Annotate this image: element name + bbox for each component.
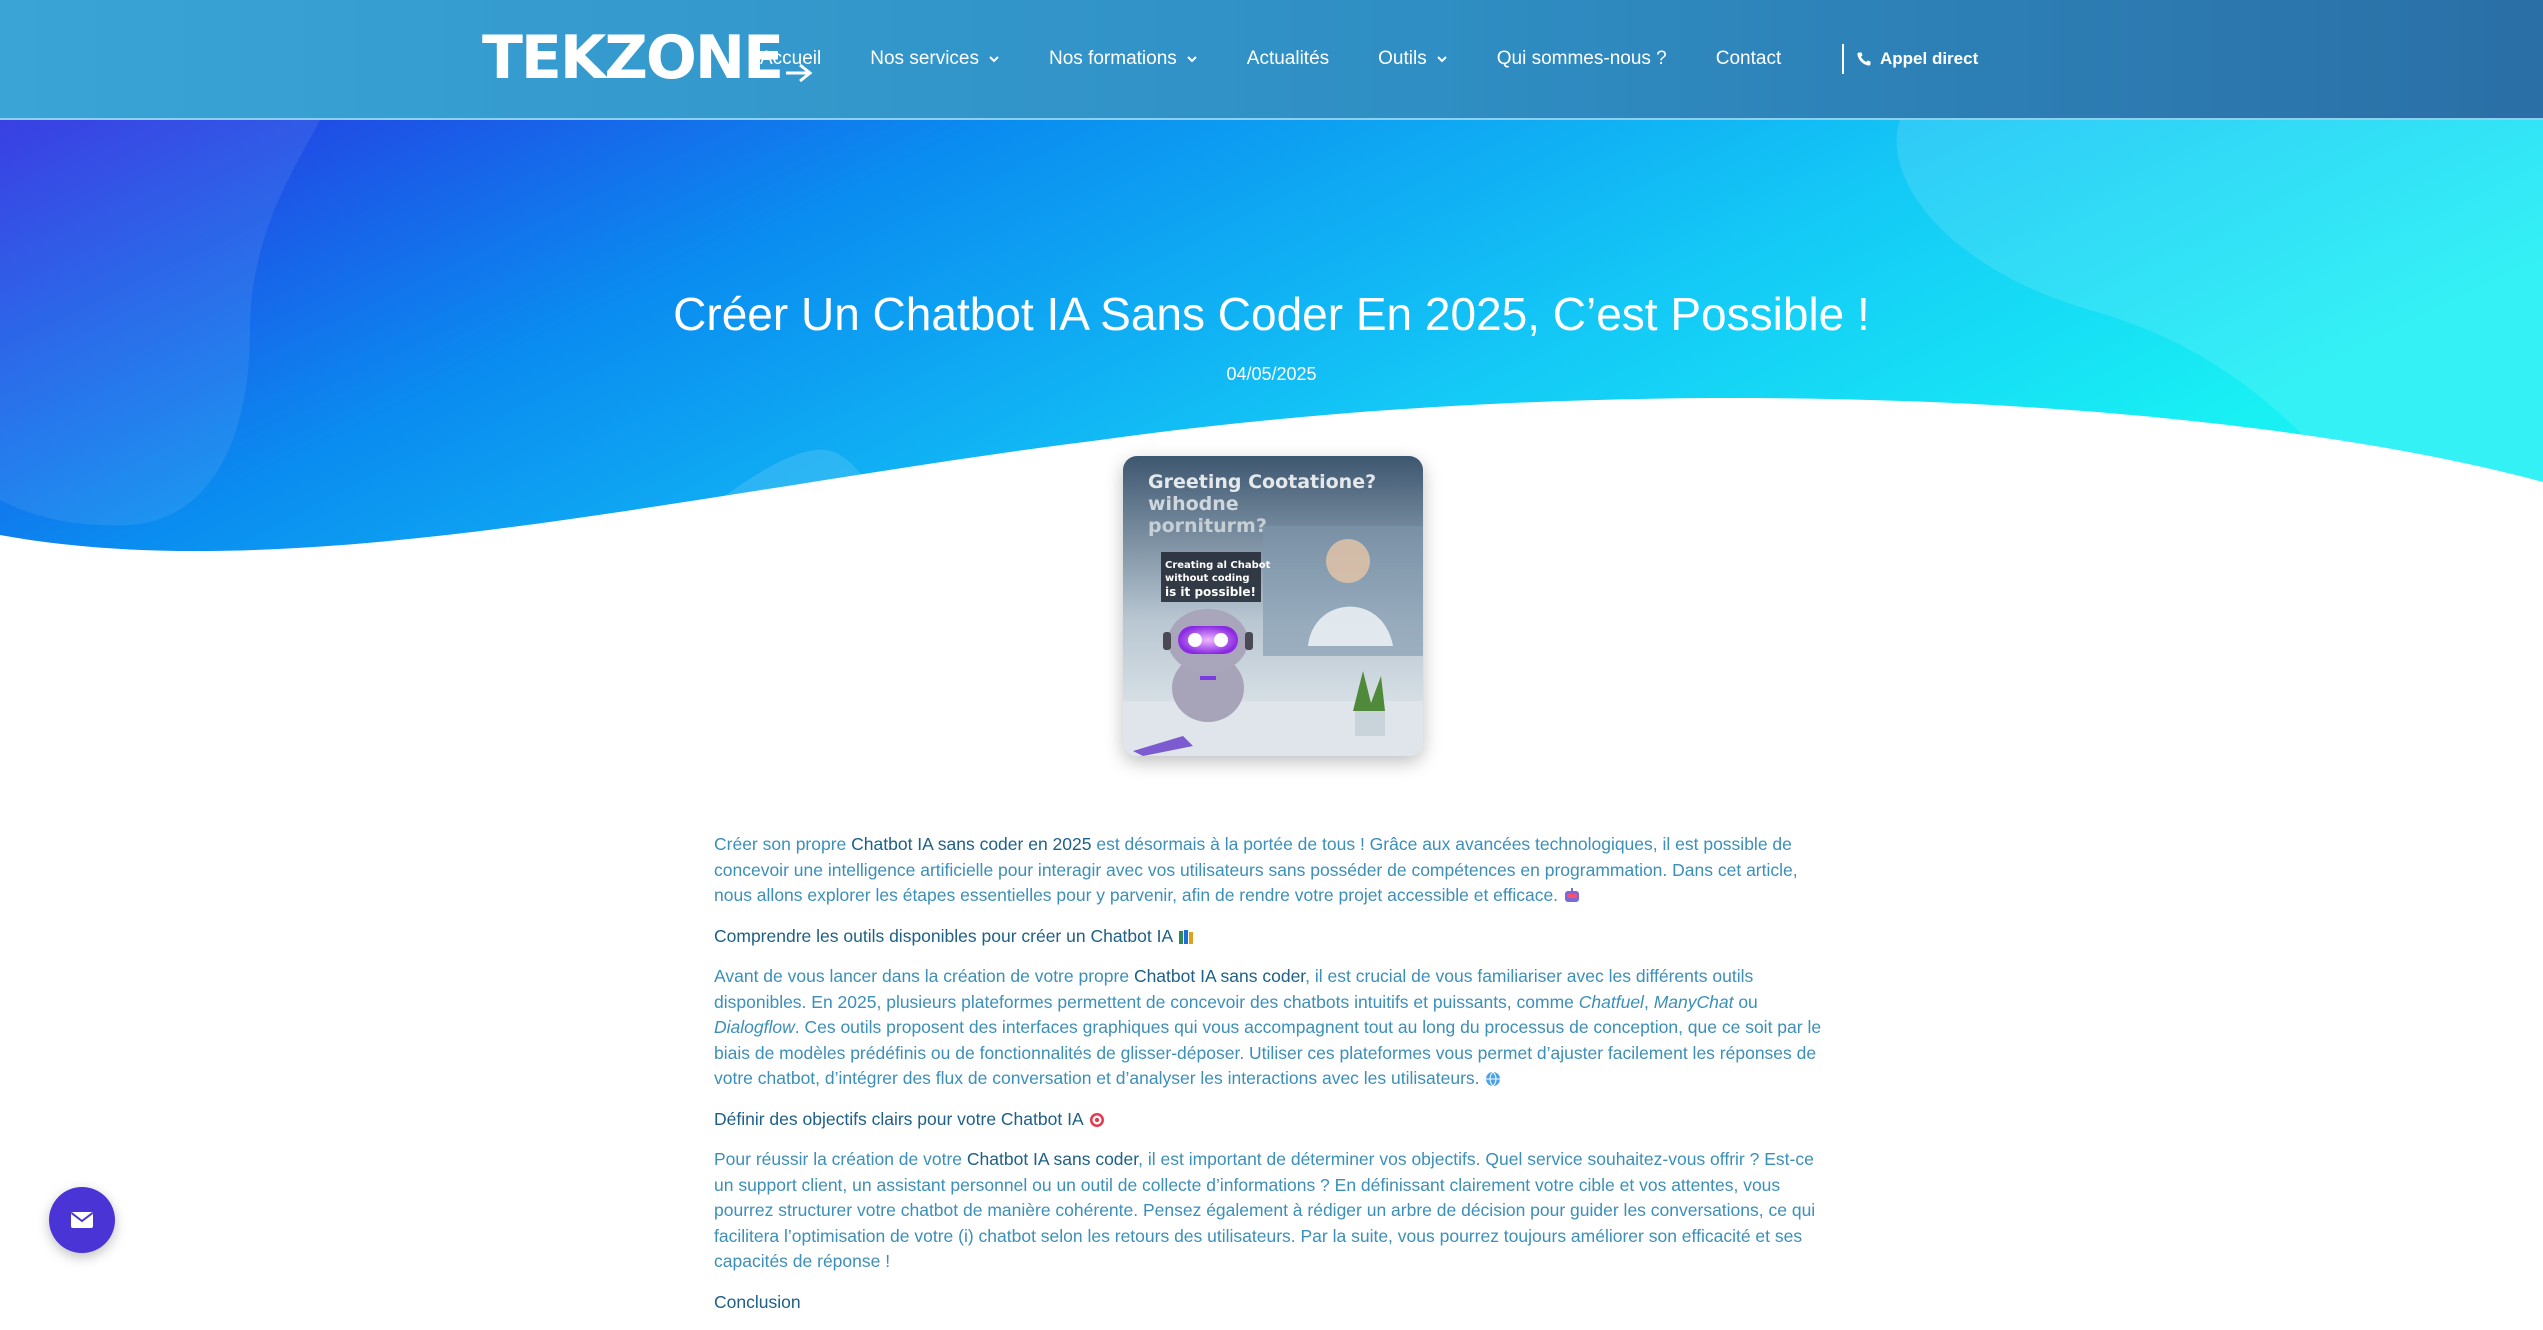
nav-item-nos-formations[interactable]: Nos formations xyxy=(1049,48,1198,70)
site-header: TEKZONE Accueil Nos services Nos formati… xyxy=(0,0,2543,120)
featured-illustration: Greeting Cootatione? wihodne porniturm? … xyxy=(1123,456,1423,756)
call-button[interactable]: Appel direct xyxy=(1856,44,1978,74)
tool-name: Chatfuel xyxy=(1578,991,1644,1012)
phone-icon xyxy=(1857,52,1871,66)
nav-item-label: Contact xyxy=(1715,48,1782,69)
nav-item-qui-sommes-nous[interactable]: Qui sommes-nous ? xyxy=(1497,48,1667,70)
nav-item-actualites[interactable]: Actualités xyxy=(1247,48,1329,70)
section-heading-conclusion: Conclusion xyxy=(714,1290,1830,1316)
keyword-link[interactable]: Chatbot IA sans coder xyxy=(1134,966,1305,986)
page-title: Créer Un Chatbot IA Sans Coder En 2025, … xyxy=(673,288,1870,340)
tool-name: Dialogflow xyxy=(714,1017,795,1037)
text: Avant de vous lancer dans la création de… xyxy=(714,966,1134,986)
robot-emoji-icon xyxy=(1564,888,1579,903)
nav-item-outils[interactable]: Outils xyxy=(1378,48,1448,70)
post-date: 04/05/2025 xyxy=(1226,364,1317,384)
article-body: Créer son propre Chatbot IA sans coder e… xyxy=(714,832,1830,1330)
text: . Ces outils proposent des interfaces gr… xyxy=(714,1017,1822,1088)
target-emoji-icon xyxy=(1089,1112,1104,1127)
nav-item-label: Nos services xyxy=(870,48,979,69)
image-caption-line2: without coding xyxy=(1165,573,1249,584)
image-caption-line3: is it possible! xyxy=(1165,585,1256,599)
main-nav: Accueil Nos services Nos formations Actu… xyxy=(760,0,1830,118)
chevron-down-icon xyxy=(1437,56,1447,63)
article-paragraph-objectives: Pour réussir la création de votre Chatbo… xyxy=(714,1147,1830,1275)
call-label: Appel direct xyxy=(1880,49,1979,68)
image-caption-line1: Creating al Chabot xyxy=(1165,560,1271,571)
article-paragraph-tools: Avant de vous lancer dans la création de… xyxy=(714,964,1830,1092)
text: Créer son propre xyxy=(714,834,852,854)
nav-item-label: Actualités xyxy=(1246,48,1330,69)
keyword-link[interactable]: Chatbot IA sans coder en 2025 xyxy=(851,834,1091,854)
heading-text: Définir des objectifs clairs pour votre … xyxy=(714,1108,1083,1129)
chevron-down-icon xyxy=(989,56,999,63)
text: , xyxy=(1643,991,1654,1012)
nav-divider xyxy=(1842,44,1844,74)
section-heading-objectives: Définir des objectifs clairs pour votre … xyxy=(714,1107,1830,1133)
text: Pour réussir la création de votre xyxy=(714,1149,967,1169)
tool-name: ManyChat xyxy=(1653,991,1734,1012)
nav-item-accueil[interactable]: Accueil xyxy=(760,48,821,70)
nav-item-label: Accueil xyxy=(760,48,822,69)
globe-emoji-icon xyxy=(1486,1072,1501,1087)
contact-fab-button[interactable] xyxy=(49,1187,115,1253)
chevron-down-icon xyxy=(1187,56,1197,63)
image-headline-line2: wihodne xyxy=(1148,493,1239,515)
logo-text: TEKZONE xyxy=(482,23,784,93)
nav-item-label: Qui sommes-nous ? xyxy=(1496,48,1667,69)
nav-item-label: Outils xyxy=(1378,48,1427,69)
books-emoji-icon xyxy=(1179,929,1194,944)
image-headline-line3: porniturm? xyxy=(1148,515,1267,537)
section-heading-tools: Comprendre les outils disponibles pour c… xyxy=(714,924,1830,950)
text: ou xyxy=(1733,991,1758,1012)
heading-text: Comprendre les outils disponibles pour c… xyxy=(714,925,1173,946)
image-headline-line1: Greeting Cootatione? xyxy=(1148,471,1376,493)
keyword-link[interactable]: Chatbot IA sans coder xyxy=(967,1149,1138,1169)
nav-item-contact[interactable]: Contact xyxy=(1716,48,1781,70)
nav-item-nos-services[interactable]: Nos services xyxy=(870,48,1000,70)
envelope-icon xyxy=(70,1212,94,1228)
article-intro: Créer son propre Chatbot IA sans coder e… xyxy=(714,832,1830,909)
featured-image: Greeting Cootatione? wihodne porniturm? … xyxy=(1123,456,1423,756)
nav-item-label: Nos formations xyxy=(1049,48,1177,69)
